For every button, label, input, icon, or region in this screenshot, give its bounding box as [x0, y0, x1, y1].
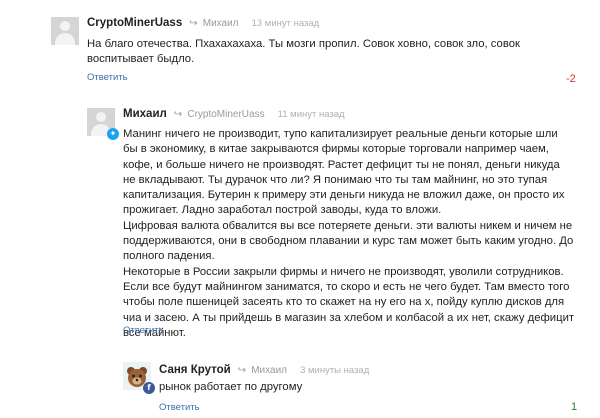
author-name[interactable]: Михаил	[123, 108, 167, 120]
comment-paragraph: рынок работает по другому	[159, 381, 303, 393]
comment-header: CryptoMinerUass ↪ Михаил 13 минут назад	[87, 17, 319, 29]
comment-score: 1	[571, 401, 578, 413]
comment-text: рынок работает по другому	[159, 380, 579, 395]
reply-to-name[interactable]: Михаил	[203, 18, 239, 29]
reply-arrow-icon: ↪	[173, 109, 183, 120]
timestamp[interactable]: 11 минут назад	[278, 109, 345, 120]
comment-header: Саня Крутой ↪ Михаил 3 минуты назад	[159, 364, 369, 376]
reply-button[interactable]: Ответить	[123, 325, 164, 336]
reply-arrow-icon: ↪	[237, 365, 247, 376]
author-name[interactable]: CryptoMinerUass	[87, 17, 182, 29]
comment-paragraph: Манинг ничего не производит, тупо капита…	[123, 128, 565, 217]
comment-header: Михаил ↪ CryptoMinerUass 11 минут назад	[123, 108, 345, 120]
author-name[interactable]: Саня Крутой	[159, 364, 231, 376]
comment-paragraph: Цифровая валюта обвалится вы все потеряе…	[123, 219, 574, 263]
comment-paragraph: Некоторые в России закрыли фирмы и ничег…	[123, 265, 575, 339]
avatar[interactable]	[51, 17, 79, 45]
timestamp[interactable]: 13 минут назад	[252, 18, 320, 29]
comment-text: Манинг ничего не производит, тупо капита…	[123, 127, 575, 341]
comment-score: -2	[566, 73, 576, 85]
facebook-icon: f	[143, 382, 155, 394]
reply-button[interactable]: Ответить	[159, 402, 200, 413]
timestamp[interactable]: 3 минуты назад	[300, 365, 369, 376]
comment-paragraph: На благо отечества. Пхахахахаха. Ты мозг…	[87, 38, 520, 66]
twitter-icon: ✦	[107, 128, 119, 140]
reply-to-name[interactable]: CryptoMinerUass	[187, 109, 264, 120]
reply-button[interactable]: Ответить	[87, 72, 128, 83]
reply-to-name[interactable]: Михаил	[251, 365, 287, 376]
comment-text: На благо отечества. Пхахахахаха. Ты мозг…	[87, 37, 577, 68]
reply-arrow-icon: ↪	[189, 18, 198, 29]
